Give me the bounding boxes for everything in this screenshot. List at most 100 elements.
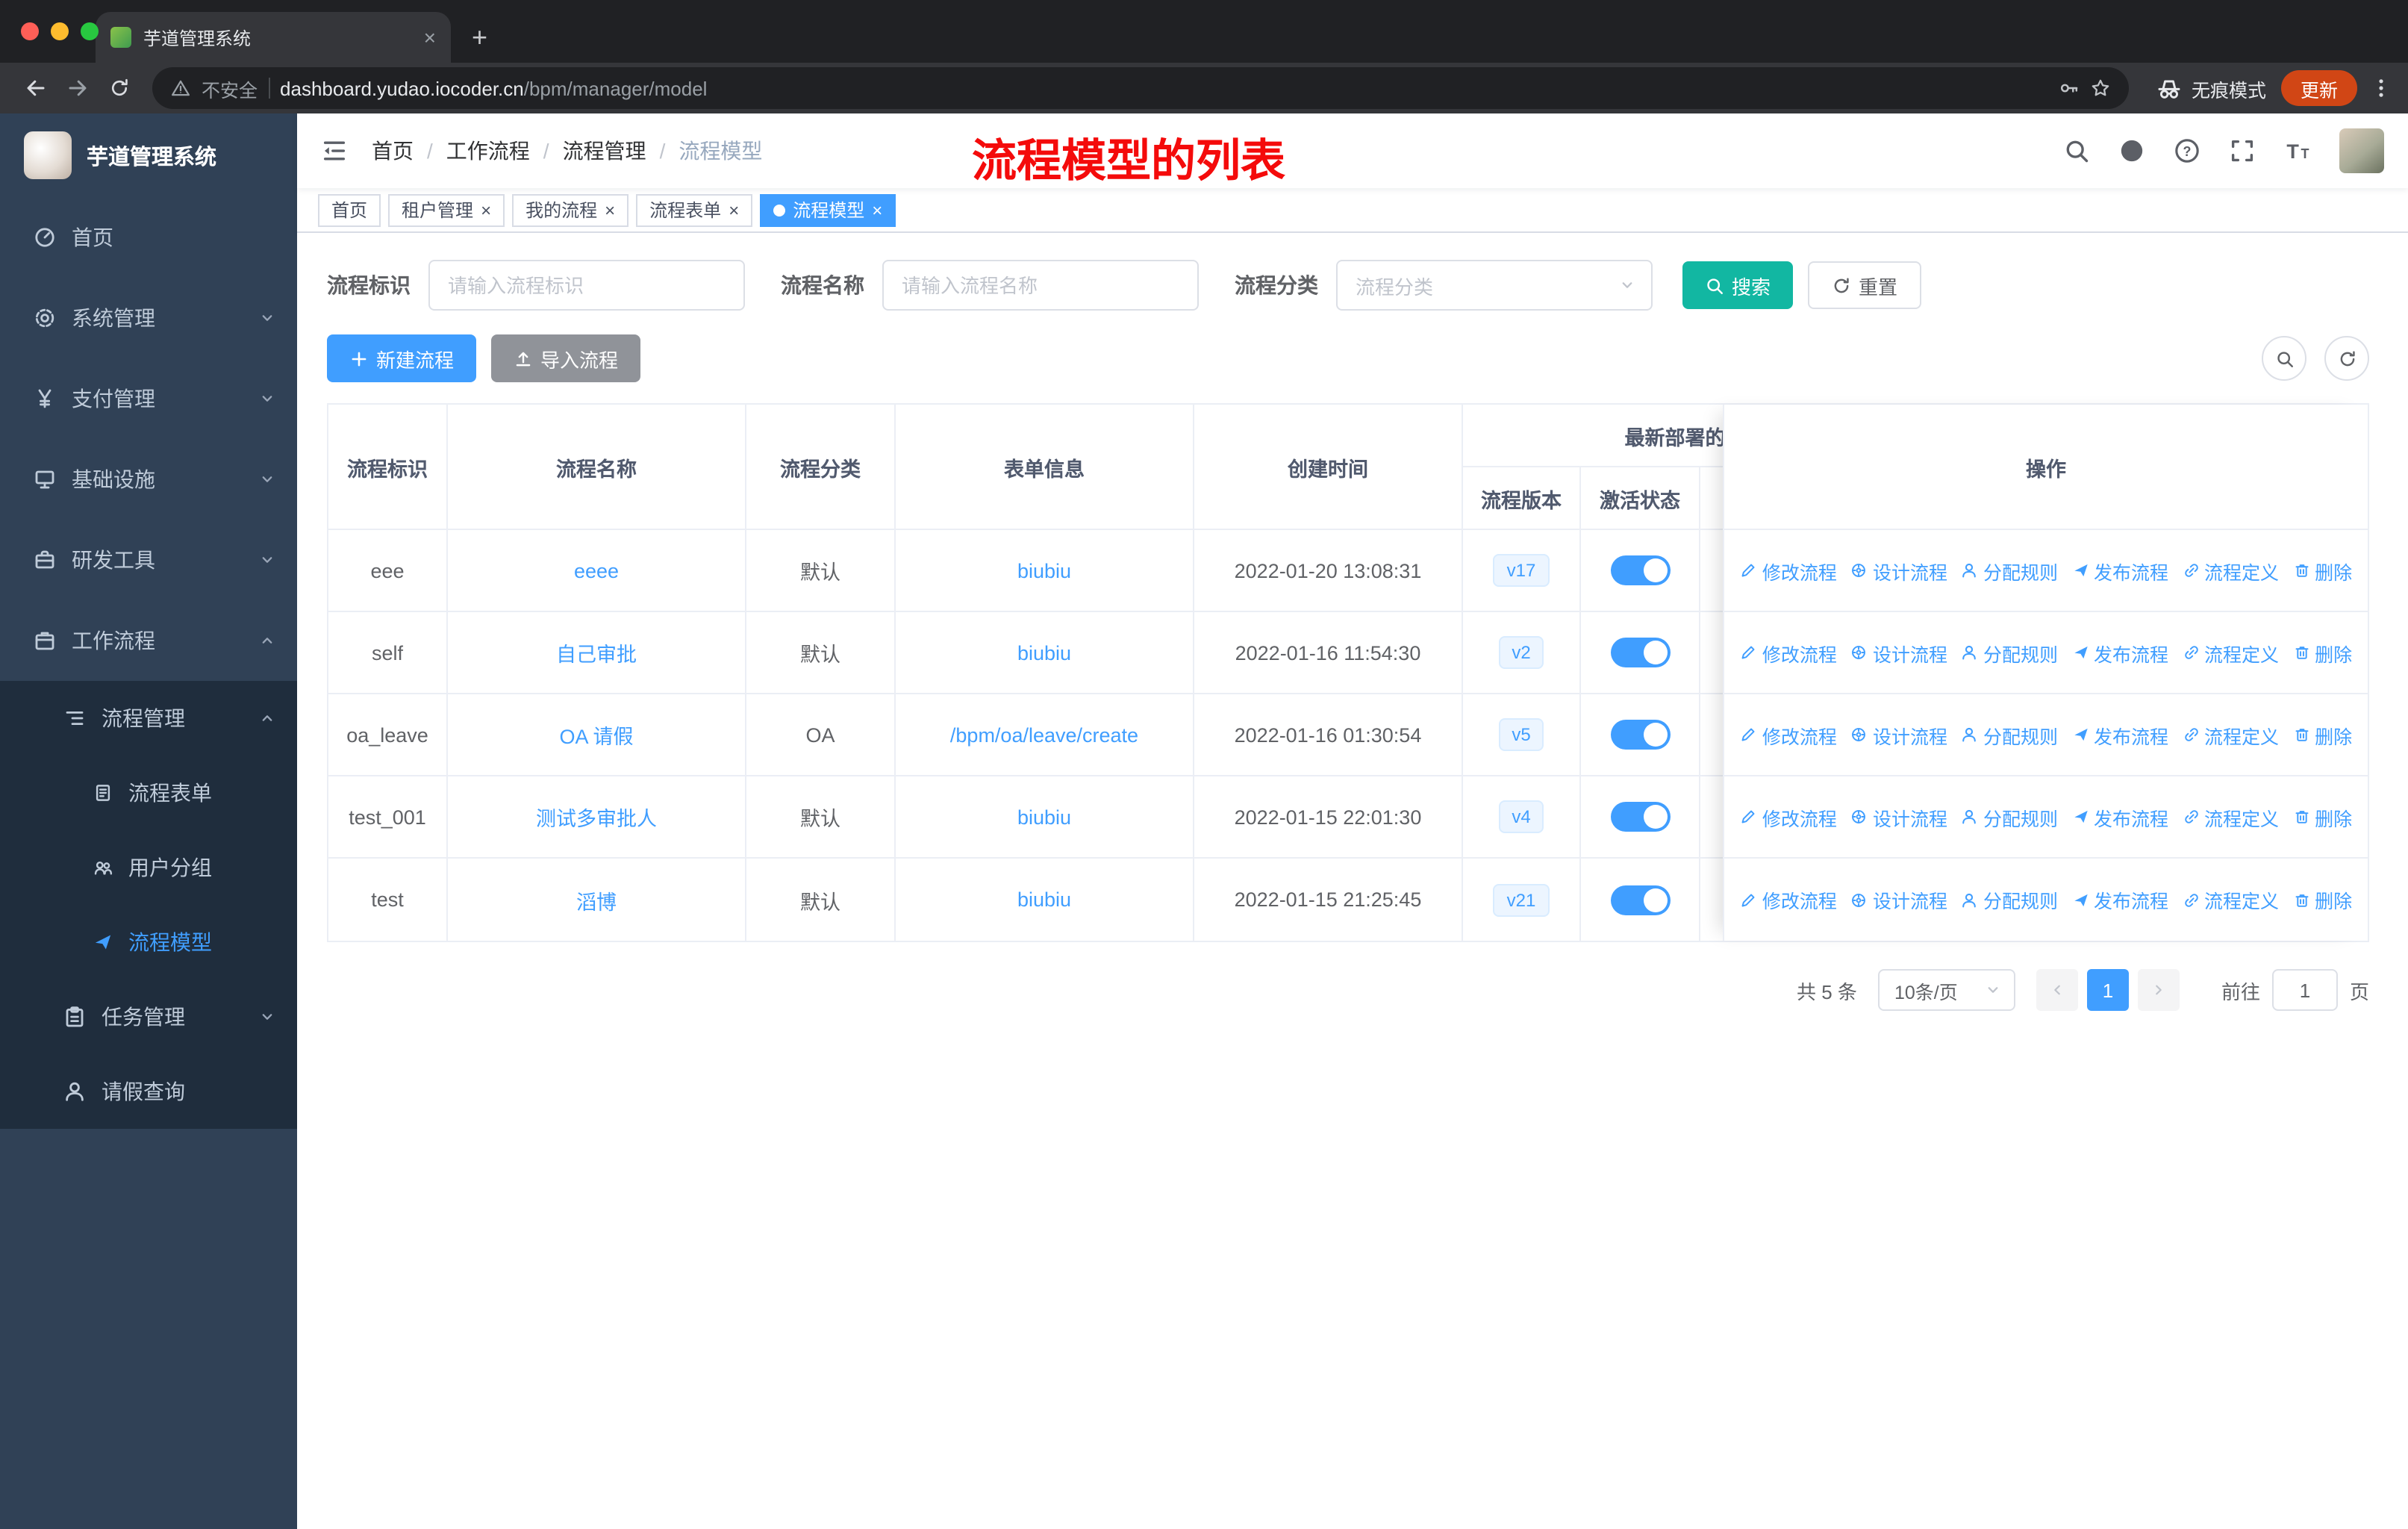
model-name-link[interactable]: OA 请假 <box>559 720 633 750</box>
close-icon[interactable]: × <box>481 201 491 219</box>
address-bar[interactable]: 不安全 dashboard.yudao.iocoder.cn/bpm/manag… <box>152 67 2129 109</box>
action-edit-model[interactable]: 修改流程 <box>1740 885 1837 914</box>
action-delete-model[interactable]: 删除 <box>2292 803 2352 831</box>
breadcrumb-home[interactable]: 首页 <box>372 136 414 166</box>
sidebar-item-task-management[interactable]: 任务管理 <box>0 980 297 1054</box>
action-design-model[interactable]: 设计流程 <box>1850 556 1947 585</box>
page-size-select[interactable]: 10条/页 <box>1877 969 2015 1011</box>
tag-tenant[interactable]: 租户管理 × <box>388 193 505 226</box>
breadcrumb-process-management[interactable]: 流程管理 <box>563 136 646 166</box>
tab-close-icon[interactable]: × <box>424 27 436 48</box>
action-process-definition[interactable]: 流程定义 <box>2182 720 2279 749</box>
action-delete-model[interactable]: 删除 <box>2292 720 2352 749</box>
model-name-link[interactable]: 测试多审批人 <box>536 802 657 832</box>
sidebar-collapse-button[interactable] <box>321 137 348 164</box>
breadcrumb-workflow[interactable]: 工作流程 <box>446 136 530 166</box>
action-assign-rule[interactable]: 分配规则 <box>1961 720 2058 749</box>
github-link[interactable] <box>2118 137 2145 164</box>
action-process-definition[interactable]: 流程定义 <box>2182 803 2279 831</box>
sidebar-item-system[interactable]: 系统管理 <box>0 278 297 358</box>
action-publish-model[interactable]: 发布流程 <box>2071 638 2168 667</box>
action-assign-rule[interactable]: 分配规则 <box>1961 638 2058 667</box>
zoom-window-button[interactable] <box>81 22 99 40</box>
close-icon[interactable]: × <box>605 201 615 219</box>
form-link[interactable]: biubiu <box>1017 888 1071 911</box>
help-button[interactable] <box>2174 137 2200 164</box>
model-id-input[interactable] <box>428 260 745 311</box>
close-window-button[interactable] <box>21 22 39 40</box>
sidebar-item-infrastructure[interactable]: 基础设施 <box>0 439 297 520</box>
reset-button[interactable]: 重置 <box>1808 261 1922 309</box>
tag-process-form[interactable]: 流程表单 × <box>636 193 753 226</box>
action-assign-rule[interactable]: 分配规则 <box>1961 803 2058 831</box>
action-design-model[interactable]: 设计流程 <box>1850 720 1947 749</box>
action-process-definition[interactable]: 流程定义 <box>2182 638 2279 667</box>
action-edit-model[interactable]: 修改流程 <box>1740 556 1837 585</box>
tag-process-model[interactable]: 流程模型 × <box>760 193 896 226</box>
minimize-window-button[interactable] <box>51 22 69 40</box>
back-button[interactable] <box>15 67 57 109</box>
import-model-button[interactable]: 导入流程 <box>491 334 641 382</box>
form-link[interactable]: biubiu <box>1017 559 1071 582</box>
forward-button[interactable] <box>57 67 99 109</box>
model-name-link[interactable]: 滔博 <box>576 885 617 915</box>
sidebar-item-workflow[interactable]: 工作流程 <box>0 600 297 681</box>
reload-button[interactable] <box>99 67 140 109</box>
action-delete-model[interactable]: 删除 <box>2292 556 2352 585</box>
browser-tab[interactable]: 芋道管理系统 × <box>96 12 451 63</box>
model-name-input[interactable] <box>882 260 1199 311</box>
sidebar-item-devtools[interactable]: 研发工具 <box>0 520 297 600</box>
action-delete-model[interactable]: 删除 <box>2292 638 2352 667</box>
action-publish-model[interactable]: 发布流程 <box>2071 556 2168 585</box>
active-toggle[interactable] <box>1610 555 1670 585</box>
action-design-model[interactable]: 设计流程 <box>1850 885 1947 914</box>
new-tab-button[interactable]: + <box>472 24 487 51</box>
action-assign-rule[interactable]: 分配规则 <box>1961 556 2058 585</box>
next-page-button[interactable] <box>2137 969 2180 1011</box>
tag-my-process[interactable]: 我的流程 × <box>512 193 629 226</box>
action-process-definition[interactable]: 流程定义 <box>2182 556 2279 585</box>
action-delete-model[interactable]: 删除 <box>2292 885 2352 914</box>
action-design-model[interactable]: 设计流程 <box>1850 803 1947 831</box>
sidebar-item-home[interactable]: 首页 <box>0 197 297 278</box>
form-link[interactable]: /bpm/oa/leave/create <box>950 723 1138 746</box>
prev-page-button[interactable] <box>2036 969 2078 1011</box>
goto-page-input[interactable] <box>2271 969 2338 1011</box>
bookmark-star-button[interactable] <box>2090 78 2111 99</box>
model-name-link[interactable]: eeee <box>574 559 619 582</box>
password-key-button[interactable] <box>2059 78 2080 99</box>
fullscreen-button[interactable] <box>2229 137 2256 164</box>
sidebar-item-user-group[interactable]: 用户分组 <box>0 830 297 905</box>
action-design-model[interactable]: 设计流程 <box>1850 638 1947 667</box>
app-logo[interactable]: 芋道管理系统 <box>0 113 297 197</box>
action-edit-model[interactable]: 修改流程 <box>1740 720 1837 749</box>
sidebar-item-process-model[interactable]: 流程模型 <box>0 905 297 980</box>
close-icon[interactable]: × <box>872 201 882 219</box>
sidebar-item-leave-query[interactable]: 请假查询 <box>0 1054 297 1129</box>
action-assign-rule[interactable]: 分配规则 <box>1961 885 2058 914</box>
refresh-table-button[interactable] <box>2324 336 2369 381</box>
active-toggle[interactable] <box>1610 638 1670 667</box>
active-toggle[interactable] <box>1610 802 1670 832</box>
close-icon[interactable]: × <box>729 201 739 219</box>
sidebar-item-payment[interactable]: 支付管理 <box>0 358 297 439</box>
header-search-button[interactable] <box>2063 137 2090 164</box>
form-link[interactable]: biubiu <box>1017 641 1071 664</box>
show-search-button[interactable] <box>2262 336 2306 381</box>
action-edit-model[interactable]: 修改流程 <box>1740 803 1837 831</box>
category-select[interactable]: 流程分类 <box>1336 260 1653 311</box>
action-publish-model[interactable]: 发布流程 <box>2071 885 2168 914</box>
action-publish-model[interactable]: 发布流程 <box>2071 803 2168 831</box>
action-process-definition[interactable]: 流程定义 <box>2182 885 2279 914</box>
font-size-button[interactable] <box>2284 137 2311 164</box>
page-number-current[interactable]: 1 <box>2086 969 2129 1011</box>
create-model-button[interactable]: 新建流程 <box>327 334 477 382</box>
browser-menu-button[interactable] <box>2369 76 2393 100</box>
model-name-link[interactable]: 自己审批 <box>556 638 637 667</box>
user-avatar[interactable] <box>2339 128 2384 173</box>
form-link[interactable]: biubiu <box>1017 806 1071 828</box>
action-edit-model[interactable]: 修改流程 <box>1740 638 1837 667</box>
active-toggle[interactable] <box>1610 885 1670 915</box>
search-button[interactable]: 搜索 <box>1682 261 1794 309</box>
sidebar-item-process-management[interactable]: 流程管理 <box>0 681 297 756</box>
